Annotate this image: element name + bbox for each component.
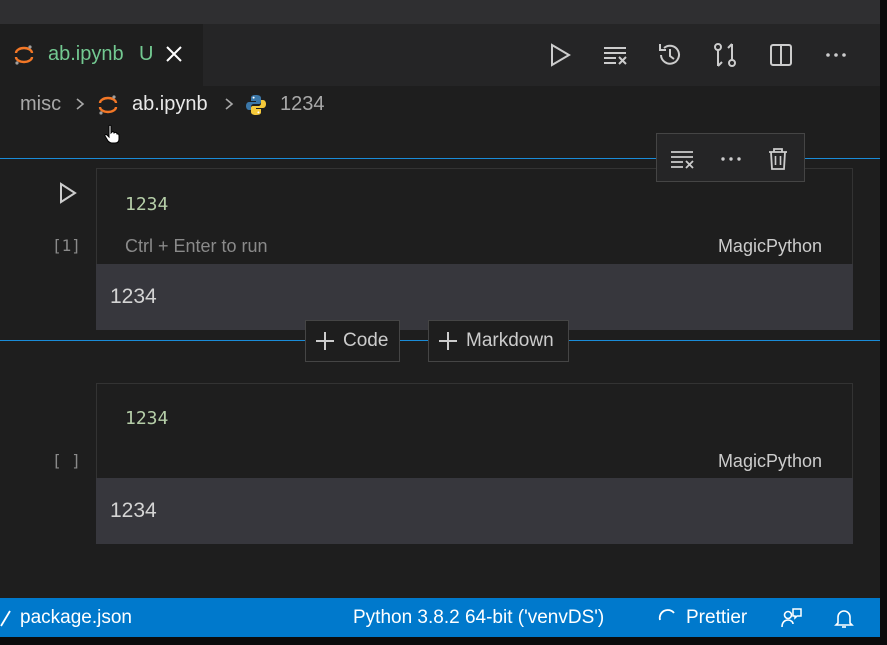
cell-source[interactable]: 1234 <box>125 408 168 429</box>
breadcrumb: misc ab.ipynb 1234 <box>0 86 880 126</box>
hand-cursor-icon <box>104 124 120 144</box>
status-prettier[interactable]: Prettier <box>686 607 747 629</box>
status-bar: package.json Python 3.8.2 64-bit ('venvD… <box>0 598 880 637</box>
add-markdown-cell-button[interactable]: Markdown <box>428 320 569 362</box>
chevron-right-icon <box>225 98 234 110</box>
restart-kernel-icon[interactable] <box>656 41 684 69</box>
split-editor-icon[interactable] <box>767 41 795 69</box>
run-cell-icon[interactable] <box>57 180 79 206</box>
bell-icon[interactable] <box>832 606 856 630</box>
cell-toolbar <box>656 133 805 182</box>
add-markdown-label: Markdown <box>466 330 554 351</box>
jupyter-icon <box>98 95 118 115</box>
python-icon <box>246 95 266 115</box>
variables-icon[interactable] <box>711 41 739 69</box>
cell-language[interactable]: MagicPython <box>718 236 822 257</box>
status-python-interpreter[interactable]: Python 3.8.2 64-bit ('venvDS') <box>353 607 604 629</box>
jupyter-icon <box>14 45 34 65</box>
plus-icon <box>316 332 334 350</box>
clear-outputs-icon[interactable] <box>601 41 629 69</box>
tab-modified-badge: U <box>139 43 154 65</box>
more-actions-icon[interactable] <box>718 146 744 172</box>
close-icon[interactable] <box>162 42 186 66</box>
code-cell-editor[interactable]: 1234 MagicPython <box>96 383 853 478</box>
breadcrumb-file[interactable]: ab.ipynb <box>132 93 208 116</box>
window-edge <box>880 0 887 645</box>
add-code-cell-button[interactable]: Code <box>305 320 400 362</box>
cell-language[interactable]: MagicPython <box>718 451 822 472</box>
execution-count: [ ] <box>52 451 81 470</box>
tab-title: ab.ipynb <box>48 43 124 65</box>
run-hint: Ctrl + Enter to run <box>125 236 268 256</box>
cell-source[interactable]: 1234 <box>125 194 168 215</box>
add-code-label: Code <box>343 330 389 351</box>
title-strip <box>0 0 887 24</box>
breadcrumb-folder[interactable]: misc <box>20 93 61 116</box>
status-active-file[interactable]: package.json <box>20 607 132 629</box>
clear-outputs-icon[interactable] <box>669 146 695 172</box>
cell-output: 1234 <box>96 478 853 544</box>
execution-count: [1] <box>52 236 81 255</box>
output-text: 1234 <box>110 499 157 522</box>
run-all-icon[interactable] <box>546 41 574 69</box>
output-text: 1234 <box>110 285 157 308</box>
chevron-right-icon <box>76 98 85 110</box>
feedback-icon[interactable] <box>779 606 803 630</box>
trash-icon[interactable] <box>765 146 791 172</box>
slash-icon <box>0 610 11 627</box>
tab-ab-ipynb[interactable]: ab.ipynb U <box>0 24 203 86</box>
window-edge-bottom <box>0 637 887 645</box>
breadcrumb-symbol[interactable]: 1234 <box>280 93 325 116</box>
more-actions-icon[interactable] <box>822 41 850 69</box>
plus-icon <box>439 332 457 350</box>
code-cell-editor[interactable]: 1234 Ctrl + Enter to run MagicPython <box>96 168 853 264</box>
spinner-icon <box>658 609 675 621</box>
